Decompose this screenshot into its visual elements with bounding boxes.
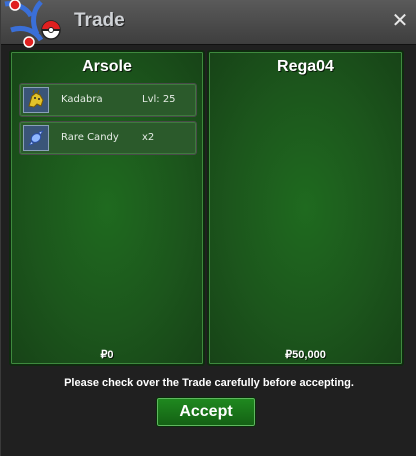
close-icon[interactable]: ✕ bbox=[391, 10, 409, 30]
trade-window: Trade ✕ Arsole Kadabra Lvl: 25 Rare Cand… bbox=[0, 0, 416, 456]
right-trader-name: Rega04 bbox=[277, 58, 334, 75]
item-name: Kadabra bbox=[61, 94, 103, 105]
window-title: Trade bbox=[74, 10, 125, 31]
left-trader-name: Arsole bbox=[82, 58, 132, 75]
trade-item-rare-candy[interactable]: Rare Candy x2 bbox=[19, 121, 197, 155]
kadabra-sprite-icon bbox=[23, 87, 49, 113]
left-trader-panel: Arsole Kadabra Lvl: 25 Rare Candy x2 ₽0 bbox=[9, 50, 205, 366]
left-trader-money: ₽0 bbox=[100, 349, 114, 361]
item-quantity: x2 bbox=[142, 132, 155, 143]
item-name: Rare Candy bbox=[61, 132, 119, 143]
right-trader-money: ₽50,000 bbox=[285, 349, 326, 361]
trade-item-kadabra[interactable]: Kadabra Lvl: 25 bbox=[19, 83, 197, 117]
title-bar[interactable]: Trade ✕ bbox=[1, 0, 416, 48]
rare-candy-icon bbox=[23, 125, 49, 151]
accept-button[interactable]: Accept bbox=[156, 397, 256, 427]
item-level: Lvl: 25 bbox=[142, 94, 176, 105]
pokeball-logo-icon bbox=[1, 0, 69, 48]
trade-notice: Please check over the Trade carefully be… bbox=[64, 377, 354, 389]
right-trader-panel: Rega04 ₽50,000 bbox=[207, 50, 404, 366]
